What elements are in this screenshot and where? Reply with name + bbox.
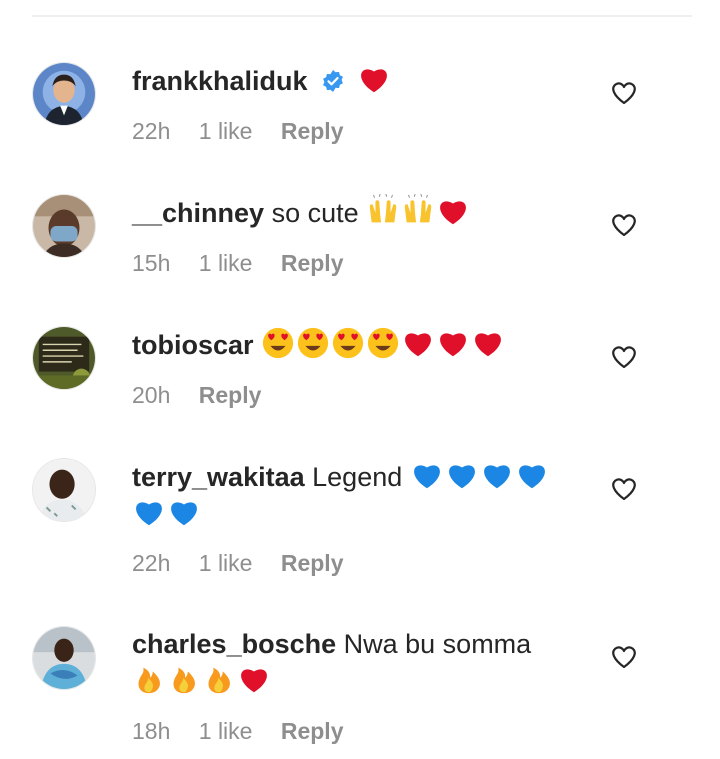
- blue-heart-emoji-icon: [448, 465, 475, 489]
- comment-time: 18h: [132, 718, 171, 744]
- heart-eyes-emoji-icon: [367, 327, 399, 359]
- like-heart-icon[interactable]: [610, 211, 638, 239]
- comment-username[interactable]: frankkhaliduk: [132, 66, 308, 96]
- comment-time: 22h: [132, 550, 171, 576]
- reply-button[interactable]: Reply: [281, 118, 344, 144]
- comment-text: Nwa bu somma: [343, 629, 532, 659]
- heart-eyes-emoji-icon: [332, 327, 364, 359]
- comment-likes[interactable]: 1 like: [199, 118, 253, 144]
- comment-likes[interactable]: 1 like: [199, 718, 253, 744]
- comment-username[interactable]: charles_bosche: [132, 629, 336, 659]
- fire-emoji-icon: [138, 667, 160, 694]
- red-heart-emoji-icon: [475, 333, 501, 357]
- avatar[interactable]: [32, 458, 96, 522]
- reply-button[interactable]: Reply: [199, 382, 262, 408]
- comment-username[interactable]: terry_wakitaa: [132, 462, 305, 492]
- like-heart-icon[interactable]: [610, 343, 638, 371]
- fire-emoji-icon: [208, 667, 230, 694]
- heart-eyes-emoji-icon: [297, 327, 329, 359]
- blue-heart-emoji-icon: [413, 465, 440, 489]
- red-heart-emoji-icon: [440, 333, 466, 357]
- comment-time: 15h: [132, 250, 171, 276]
- fire-emoji-icon: [173, 667, 195, 694]
- raising-hands-emoji-icon: [404, 194, 432, 223]
- comment-likes[interactable]: 1 like: [199, 550, 253, 576]
- comment-text: Legend: [312, 462, 403, 492]
- heart-eyes-emoji-icon: [262, 327, 294, 359]
- reply-button[interactable]: Reply: [281, 250, 344, 276]
- comment-time: 22h: [132, 118, 171, 144]
- comment-time: 20h: [132, 382, 171, 408]
- avatar[interactable]: [32, 62, 96, 126]
- comment-username[interactable]: __chinney: [132, 198, 264, 228]
- like-heart-icon[interactable]: [610, 475, 638, 503]
- comment-username[interactable]: tobioscar: [132, 330, 254, 360]
- red-heart-emoji-icon: [405, 333, 431, 357]
- avatar[interactable]: [32, 626, 96, 690]
- verified-badge-icon: [323, 70, 343, 92]
- reply-button[interactable]: Reply: [281, 718, 344, 744]
- blue-heart-emoji-icon: [136, 502, 162, 526]
- red-heart-emoji-icon: [241, 669, 267, 693]
- top-divider: [32, 15, 692, 17]
- comment-likes[interactable]: 1 like: [199, 250, 253, 276]
- avatar[interactable]: [32, 194, 96, 258]
- blue-heart-emoji-icon: [171, 502, 197, 526]
- red-heart-emoji-icon: [360, 69, 387, 93]
- red-heart-emoji-icon: [440, 201, 467, 225]
- blue-heart-emoji-icon: [518, 465, 545, 489]
- blue-heart-emoji-icon: [483, 465, 510, 489]
- like-heart-icon[interactable]: [610, 643, 638, 671]
- reply-button[interactable]: Reply: [281, 550, 344, 576]
- like-heart-icon[interactable]: [610, 79, 638, 107]
- comment-text: so cute: [271, 198, 359, 228]
- raising-hands-emoji-icon: [369, 194, 397, 223]
- avatar[interactable]: [32, 326, 96, 390]
